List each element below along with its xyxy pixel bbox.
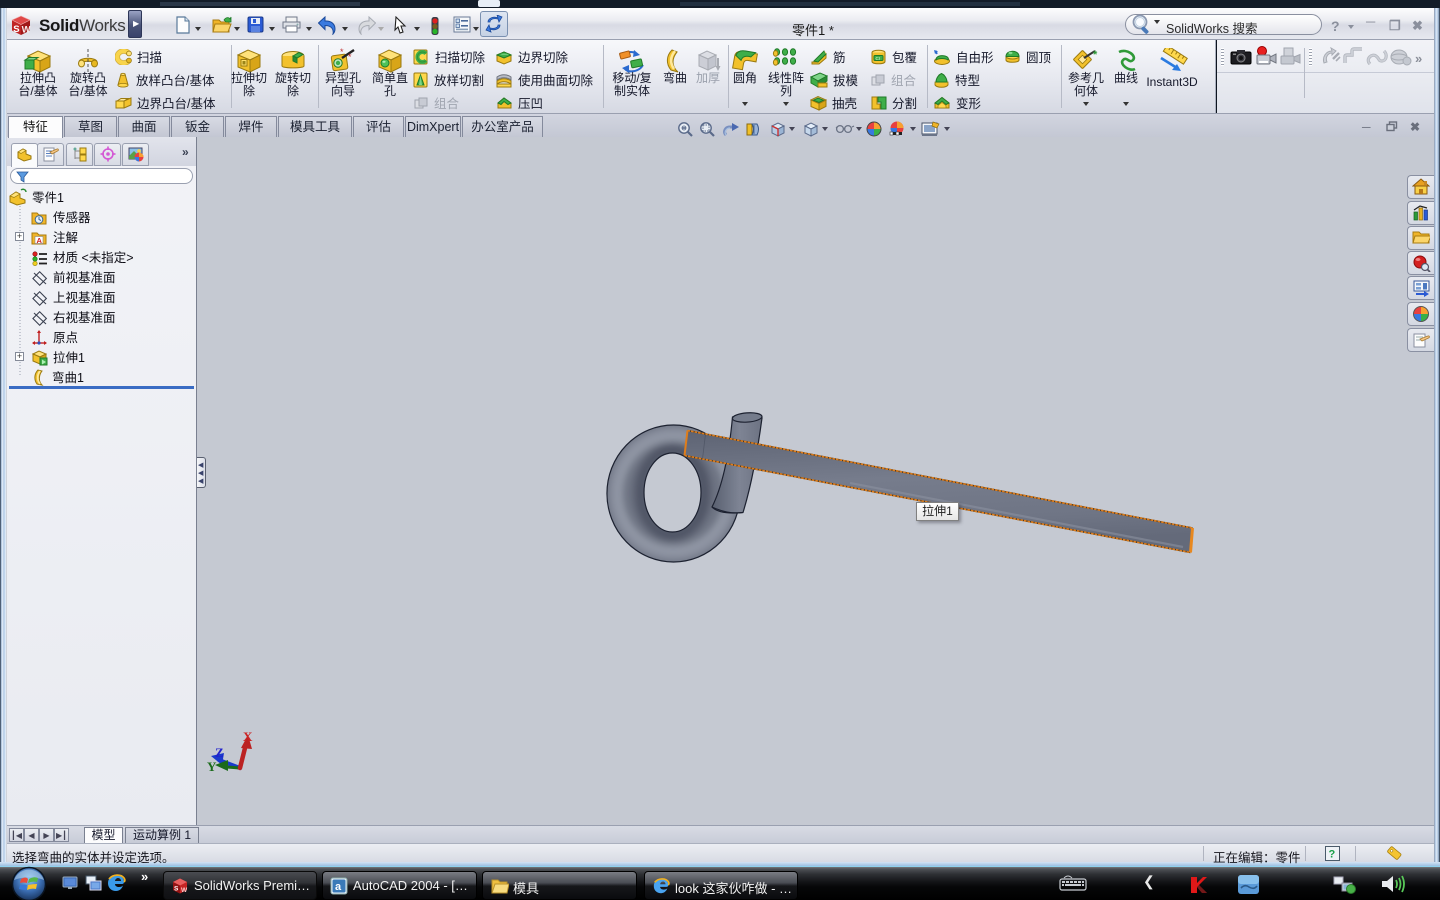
svg-text:A: A: [37, 236, 43, 245]
svg-text:S: S: [174, 886, 179, 893]
svg-text:*: *: [340, 48, 344, 57]
svg-text:Z: Z: [215, 745, 224, 760]
svg-text:?: ?: [1329, 849, 1336, 861]
svg-text:W: W: [22, 25, 31, 36]
svg-text:CI: CI: [876, 56, 881, 61]
svg-text:X: X: [243, 729, 253, 744]
svg-text:*: *: [348, 52, 352, 62]
svg-text:W: W: [181, 887, 188, 894]
svg-text:Y: Y: [207, 759, 217, 774]
svg-text:a: a: [335, 881, 342, 893]
svg-text:S: S: [13, 24, 19, 35]
